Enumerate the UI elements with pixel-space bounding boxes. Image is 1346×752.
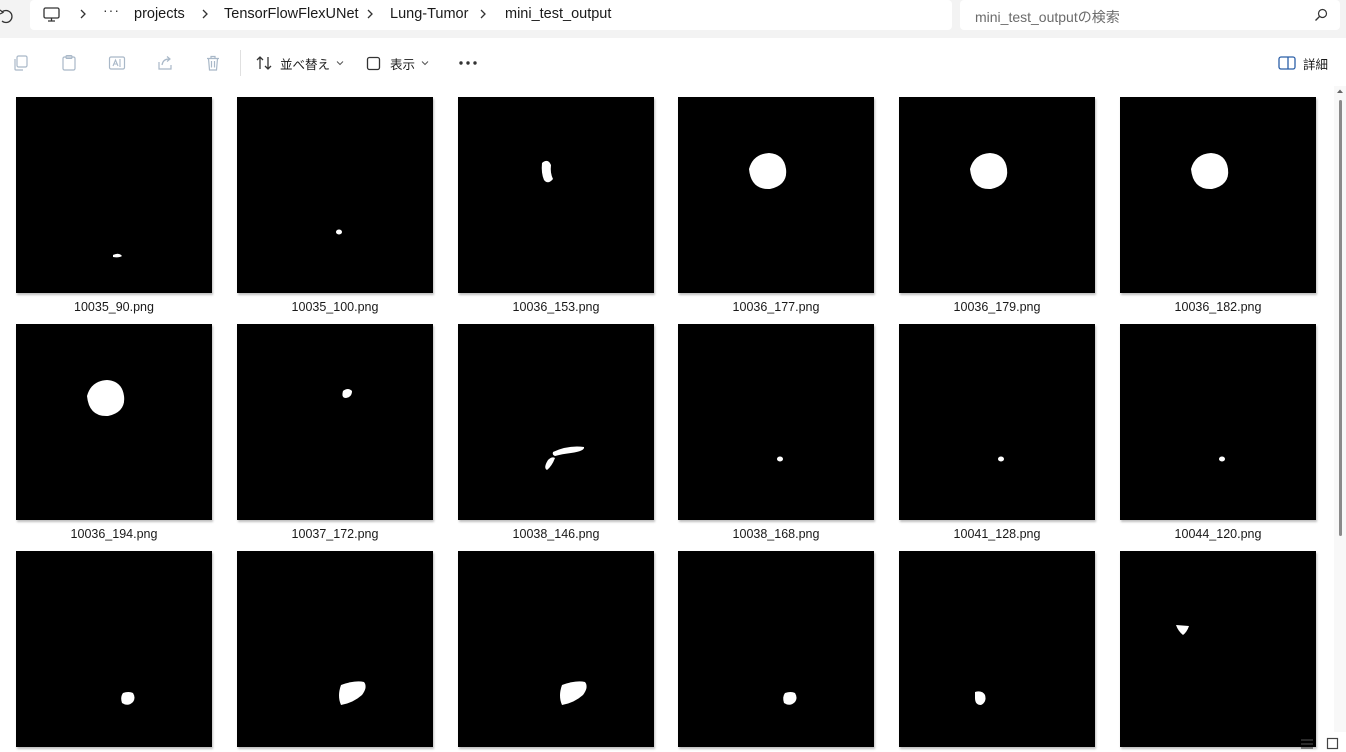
chevron-right-icon[interactable] bbox=[200, 6, 210, 22]
file-item[interactable]: 10036_153.png bbox=[458, 97, 654, 314]
file-thumbnail[interactable] bbox=[16, 551, 212, 747]
search-input[interactable]: mini_test_outputの検索 bbox=[975, 7, 1120, 27]
sort-button[interactable]: 並べ替え bbox=[256, 50, 344, 76]
chevron-right-icon[interactable] bbox=[478, 6, 488, 22]
command-bar: 並べ替え 表示 詳細 bbox=[0, 38, 1346, 87]
file-thumbnail[interactable] bbox=[237, 324, 433, 520]
view-icon bbox=[366, 56, 381, 70]
breadcrumb-lung-tumor[interactable]: Lung-Tumor bbox=[390, 6, 468, 22]
delete-icon[interactable] bbox=[204, 54, 222, 72]
file-item[interactable]: 10041_128.png bbox=[899, 324, 1095, 541]
more-options-button[interactable] bbox=[458, 50, 478, 76]
file-item[interactable] bbox=[16, 551, 212, 747]
chevron-right-icon[interactable] bbox=[365, 6, 375, 22]
chevron-down-icon bbox=[336, 61, 344, 66]
sort-label: 並べ替え bbox=[280, 57, 331, 72]
file-item[interactable]: 10044_120.png bbox=[1120, 324, 1316, 541]
file-thumbnail[interactable] bbox=[1120, 97, 1316, 293]
file-name[interactable]: 10044_120.png bbox=[1108, 527, 1328, 541]
file-item[interactable]: 10035_90.png bbox=[16, 97, 212, 314]
search-icon[interactable] bbox=[1314, 8, 1328, 22]
details-label: 詳細 bbox=[1302, 57, 1328, 72]
chevron-right-icon[interactable] bbox=[78, 6, 88, 22]
file-thumbnail[interactable] bbox=[458, 551, 654, 747]
file-thumbnail[interactable] bbox=[16, 324, 212, 520]
file-item[interactable]: 10037_172.png bbox=[237, 324, 433, 541]
breadcrumb-overflow-icon[interactable]: ··· bbox=[103, 2, 120, 18]
this-pc-icon[interactable] bbox=[42, 6, 62, 24]
file-name[interactable]: 10041_128.png bbox=[887, 527, 1107, 541]
large-icons-view-icon[interactable] bbox=[1326, 737, 1339, 750]
scrollbar-thumb[interactable] bbox=[1339, 100, 1342, 536]
file-item[interactable]: 10036_182.png bbox=[1120, 97, 1316, 314]
chevron-down-icon bbox=[421, 61, 429, 66]
file-name[interactable]: 10036_182.png bbox=[1108, 300, 1328, 314]
file-thumbnail[interactable] bbox=[678, 97, 874, 293]
file-thumbnail[interactable] bbox=[16, 97, 212, 293]
more-horizontal-icon bbox=[459, 61, 477, 65]
file-item[interactable] bbox=[237, 551, 433, 747]
copy-icon[interactable] bbox=[12, 54, 30, 72]
file-grid: 10035_90.png 10035_100.png 10036_153.png 10… bbox=[0, 86, 1334, 752]
breadcrumb-tensorflowflexunet[interactable]: TensorFlowFlexUNet bbox=[224, 6, 359, 22]
file-item[interactable] bbox=[1120, 551, 1316, 747]
file-item[interactable] bbox=[458, 551, 654, 747]
file-name[interactable]: 10036_179.png bbox=[887, 300, 1107, 314]
file-item[interactable]: 10036_177.png bbox=[678, 97, 874, 314]
file-item[interactable]: 10036_194.png bbox=[16, 324, 212, 541]
file-item[interactable] bbox=[899, 551, 1095, 747]
file-thumbnail[interactable] bbox=[678, 324, 874, 520]
share-icon[interactable] bbox=[156, 54, 174, 72]
breadcrumb-projects[interactable]: projects bbox=[134, 6, 185, 22]
paste-icon[interactable] bbox=[60, 54, 78, 72]
toolbar-divider bbox=[240, 50, 241, 76]
address-bar: ··· projects TensorFlowFlexUNet Lung-Tum… bbox=[0, 0, 1346, 38]
breadcrumb-mini-test-output[interactable]: mini_test_output bbox=[505, 6, 611, 22]
file-name[interactable]: 10036_177.png bbox=[666, 300, 886, 314]
details-view-icon[interactable] bbox=[1300, 738, 1314, 750]
vertical-scrollbar[interactable] bbox=[1334, 86, 1346, 732]
file-name[interactable]: 10035_100.png bbox=[225, 300, 445, 314]
file-item[interactable]: 10038_168.png bbox=[678, 324, 874, 541]
view-button[interactable]: 表示 bbox=[366, 50, 429, 76]
details-pane-button[interactable]: 詳細 bbox=[1278, 50, 1328, 76]
file-item[interactable] bbox=[678, 551, 874, 747]
file-thumbnail[interactable] bbox=[899, 551, 1095, 747]
file-thumbnail[interactable] bbox=[899, 97, 1095, 293]
file-thumbnail[interactable] bbox=[458, 97, 654, 293]
file-thumbnail[interactable] bbox=[237, 97, 433, 293]
file-thumbnail[interactable] bbox=[678, 551, 874, 747]
file-thumbnail[interactable] bbox=[458, 324, 654, 520]
file-name[interactable]: 10037_172.png bbox=[225, 527, 445, 541]
file-thumbnail[interactable] bbox=[1120, 324, 1316, 520]
file-name[interactable]: 10035_90.png bbox=[4, 300, 224, 314]
file-item[interactable]: 10038_146.png bbox=[458, 324, 654, 541]
file-thumbnail[interactable] bbox=[237, 551, 433, 747]
breadcrumb[interactable]: ··· projects TensorFlowFlexUNet Lung-Tum… bbox=[30, 0, 952, 30]
file-name[interactable]: 10036_153.png bbox=[446, 300, 666, 314]
file-thumbnail[interactable] bbox=[899, 324, 1095, 520]
search-box[interactable]: mini_test_outputの検索 bbox=[960, 0, 1340, 30]
refresh-icon[interactable] bbox=[0, 6, 14, 28]
rename-icon[interactable] bbox=[108, 54, 126, 72]
file-thumbnail[interactable] bbox=[1120, 551, 1316, 747]
file-item[interactable]: 10036_179.png bbox=[899, 97, 1095, 314]
file-item[interactable]: 10035_100.png bbox=[237, 97, 433, 314]
view-label: 表示 bbox=[390, 57, 416, 72]
file-name[interactable]: 10038_168.png bbox=[666, 527, 886, 541]
details-pane-icon bbox=[1278, 56, 1296, 70]
sort-icon bbox=[256, 56, 272, 70]
file-name[interactable]: 10038_146.png bbox=[446, 527, 666, 541]
file-name[interactable]: 10036_194.png bbox=[4, 527, 224, 541]
scroll-up-icon[interactable] bbox=[1336, 88, 1344, 94]
